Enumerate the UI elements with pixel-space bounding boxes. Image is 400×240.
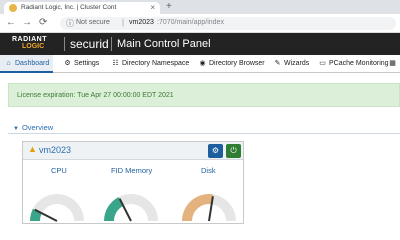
overview-divider bbox=[8, 133, 400, 134]
new-tab-button[interactable]: + bbox=[166, 1, 172, 12]
page-title: Main Control Panel bbox=[117, 38, 211, 50]
tab-title: Radiant Logic, Inc. | Cluster Cont bbox=[21, 4, 117, 11]
caret-down-icon: ▼ bbox=[13, 126, 19, 132]
tab-directory-browser[interactable]: ◉ Directory Browser bbox=[198, 55, 265, 73]
license-alert-text: License expiration: Tue Apr 27 00:00:00 … bbox=[17, 92, 174, 99]
app-header: RADIANT LOGIC securid Main Control Panel bbox=[0, 33, 400, 55]
power-button[interactable]: ⏻ bbox=[226, 144, 241, 158]
main-nav: ⌂ Dashboard ⚙ Settings ☷ Directory Namespac… bbox=[0, 55, 400, 73]
gauge-label-disk: Disk bbox=[201, 166, 216, 175]
tab-label: Directory Browser bbox=[209, 60, 265, 67]
tab-label: Dashboard bbox=[15, 60, 50, 67]
home-icon: ⌂ bbox=[6, 60, 11, 67]
radiant-logic-logo: RADIANT LOGIC bbox=[12, 36, 60, 52]
url-field[interactable]: ⓘ Not secure | vm2023 :7070/main/app/ind… bbox=[60, 17, 396, 30]
security-label: Not secure bbox=[76, 19, 110, 26]
wand-icon: ✎ bbox=[274, 60, 281, 67]
url-host: vm2023 bbox=[129, 19, 154, 26]
tab-settings[interactable]: ⚙ Settings bbox=[63, 55, 99, 73]
tab-label: Settings bbox=[74, 60, 100, 67]
server-card-header: ▲ vm2023 ⚙ ⏻ bbox=[23, 142, 243, 160]
gauge-label-cpu: CPU bbox=[51, 166, 67, 175]
disk-gauge-fill bbox=[182, 194, 214, 221]
tab-close-icon[interactable]: × bbox=[150, 3, 155, 12]
browser-tab[interactable]: Radiant Logic, Inc. | Cluster Cont × bbox=[4, 2, 160, 14]
back-icon[interactable]: ← bbox=[6, 17, 16, 29]
tab-more[interactable]: ▦ bbox=[388, 55, 399, 73]
monitor-icon: ▭ bbox=[319, 60, 326, 67]
globe-icon: ◉ bbox=[199, 60, 206, 67]
server-name[interactable]: vm2023 bbox=[39, 145, 71, 155]
logo-line1: RADIANT bbox=[12, 36, 47, 43]
gauge-label-fid-memory: FID Memory bbox=[111, 166, 153, 175]
fid-memory-gauge bbox=[104, 194, 158, 222]
logo-line2: LOGIC bbox=[22, 43, 45, 50]
reload-icon[interactable]: ⟳ bbox=[39, 17, 47, 29]
chart-icon: ▦ bbox=[389, 60, 396, 67]
tab-wizards[interactable]: ✎ Wizards bbox=[273, 55, 310, 73]
disk-gauge-track bbox=[211, 194, 236, 221]
tab-directory-namespace[interactable]: ☷ Directory Namespace bbox=[111, 55, 189, 73]
header-divider-2 bbox=[111, 37, 112, 51]
tab-label: PCache Monitoring bbox=[329, 60, 389, 67]
tab-label: Directory Namespace bbox=[122, 60, 190, 67]
url-separator: | bbox=[122, 18, 125, 27]
cpu-gauge-track bbox=[32, 194, 84, 221]
disk-gauge bbox=[182, 194, 236, 222]
server-card: ▲ vm2023 ⚙ ⏻ CPU FID Memory Disk bbox=[22, 141, 244, 224]
license-alert: License expiration: Tue Apr 27 00:00:00 … bbox=[8, 83, 400, 107]
tab-dashboard[interactable]: ⌂ Dashboard bbox=[0, 55, 54, 73]
gear-icon: ⚙ bbox=[64, 60, 71, 67]
dashboard-button[interactable]: ⚙ bbox=[208, 144, 223, 158]
tab-pcache-monitoring[interactable]: ▭ PCache Monitoring bbox=[318, 55, 389, 73]
forward-icon[interactable]: → bbox=[22, 17, 32, 29]
product-name: securid bbox=[70, 37, 109, 51]
cpu-gauge bbox=[30, 194, 84, 222]
tab-label: Wizards bbox=[284, 60, 310, 67]
info-icon[interactable]: ⓘ bbox=[66, 18, 74, 29]
browser-tabstrip: Radiant Logic, Inc. | Cluster Cont × + bbox=[0, 0, 400, 14]
url-path: :7070/main/app/index bbox=[157, 19, 224, 26]
favicon-icon bbox=[9, 4, 17, 12]
overview-toggle[interactable]: ▼ Overview bbox=[13, 123, 53, 132]
sitemap-icon: ☷ bbox=[112, 60, 119, 67]
overview-label: Overview bbox=[21, 123, 54, 132]
address-bar: ← → ⟳ ⓘ Not secure | vm2023 :7070/main/a… bbox=[0, 14, 400, 33]
header-divider bbox=[64, 37, 65, 51]
warning-icon: ▲ bbox=[28, 144, 37, 154]
